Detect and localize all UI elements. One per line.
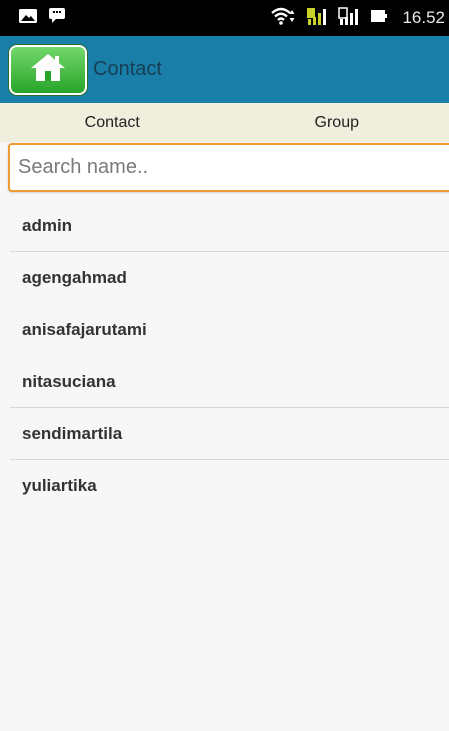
search-box	[8, 143, 449, 192]
status-bar: 16.52	[0, 0, 449, 36]
status-notifications	[18, 7, 66, 29]
tab-contact[interactable]: Contact	[0, 103, 225, 142]
image-notification-icon	[18, 8, 38, 29]
contact-list: admin agengahmad anisafajarutami nitasuc…	[10, 200, 449, 512]
home-icon	[29, 51, 67, 88]
signal-sim1-icon	[306, 6, 328, 31]
signal-sim2-icon	[338, 6, 360, 31]
contact-item-agengahmad[interactable]: agengahmad	[10, 252, 449, 304]
contact-item-admin[interactable]: admin	[10, 200, 449, 252]
contact-item-anisafajarutami[interactable]: anisafajarutami	[10, 304, 449, 356]
app-header: Contact	[0, 36, 449, 103]
contact-item-yuliartika[interactable]: yuliartika	[10, 460, 449, 512]
contact-item-sendimartila[interactable]: sendimartila	[10, 408, 449, 460]
search-input[interactable]	[10, 145, 449, 190]
page-title: Contact	[93, 58, 162, 80]
status-indicators: 16.52	[270, 6, 445, 31]
tab-bar: Contact Group	[0, 103, 449, 142]
wifi-icon	[270, 6, 296, 31]
battery-icon	[370, 8, 388, 29]
status-time: 16.52	[402, 8, 445, 27]
tab-group[interactable]: Group	[225, 103, 449, 142]
chat-notification-icon	[48, 7, 66, 29]
contact-item-nitasuciana[interactable]: nitasuciana	[10, 356, 449, 408]
home-button[interactable]	[9, 44, 87, 95]
